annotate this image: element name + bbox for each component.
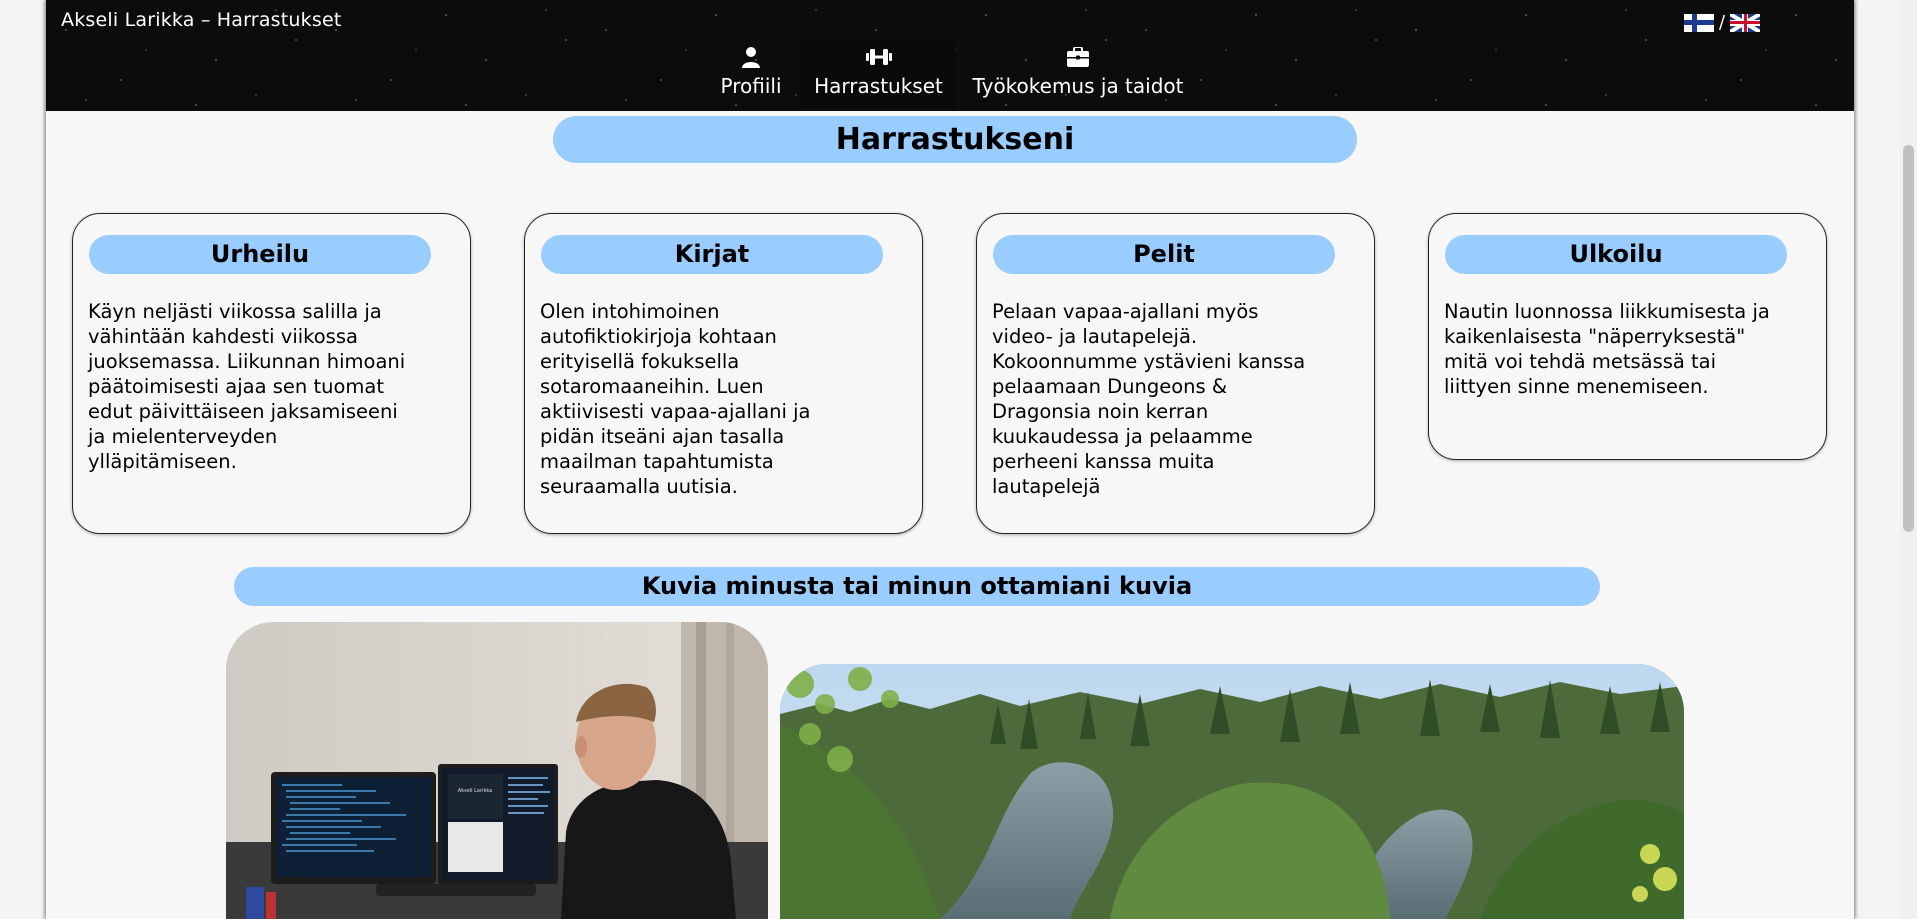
photo-forest-river <box>780 664 1684 919</box>
card-text: Pelaan vapaa-ajallani myös video- ja lau… <box>992 300 1306 498</box>
dumbbell-icon <box>865 45 892 69</box>
photos-heading: Kuvia minusta tai minun ottamiani kuvia <box>234 567 1600 606</box>
card-text: Käyn neljästi viikossa salilla ja vähint… <box>88 300 406 473</box>
nav-item-profiili[interactable]: Profiili <box>709 36 793 111</box>
card-text: Olen intohimoinen autofiktiokirjoja koht… <box>540 300 811 498</box>
card-title: Urheilu <box>89 235 431 274</box>
briefcase-icon <box>1065 45 1091 69</box>
language-switcher: / <box>1684 12 1761 33</box>
page: Akseli Larikka – Harrastukset / Profiili <box>46 0 1854 919</box>
hobby-card-kirjat: Kirjat Olen intohimoinen autofiktiokirjo… <box>524 213 923 534</box>
screen-text: Akseli Larikka <box>458 788 492 794</box>
nav-label: Harrastukset <box>814 74 943 98</box>
page-heading: Harrastukseni <box>553 116 1357 163</box>
nav-item-harrastukset[interactable]: Harrastukset <box>801 36 956 111</box>
scrollbar-thumb[interactable] <box>1903 145 1914 532</box>
card-text: Nautin luonnossa liikkumisesta ja kaiken… <box>1444 300 1770 398</box>
hobby-card-pelit: Pelit Pelaan vapaa-ajallani myös video- … <box>976 213 1375 534</box>
card-title: Kirjat <box>541 235 883 274</box>
hobby-card-ulkoilu: Ulkoilu Nautin luonnossa liikkumisesta j… <box>1428 213 1827 460</box>
nav-label: Profiili <box>720 74 782 98</box>
hobby-card-urheilu: Urheilu Käyn neljästi viikossa salilla j… <box>72 213 471 534</box>
nav-label: Työkokemus ja taidot <box>972 74 1184 98</box>
site-title: Akseli Larikka – Harrastukset <box>61 9 342 31</box>
uk-flag-icon[interactable] <box>1730 13 1761 32</box>
language-separator: / <box>1719 12 1726 33</box>
photo-person-at-computer: Akseli Larikka <box>226 622 768 919</box>
card-title: Pelit <box>993 235 1335 274</box>
nav-item-tyokokemus[interactable]: Työkokemus ja taidot <box>972 36 1184 111</box>
user-icon <box>738 45 764 69</box>
finland-flag-icon[interactable] <box>1684 13 1714 32</box>
scrollbar[interactable] <box>1900 0 1917 919</box>
card-title: Ulkoilu <box>1445 235 1787 274</box>
site-header: Akseli Larikka – Harrastukset / Profiili <box>46 0 1854 111</box>
